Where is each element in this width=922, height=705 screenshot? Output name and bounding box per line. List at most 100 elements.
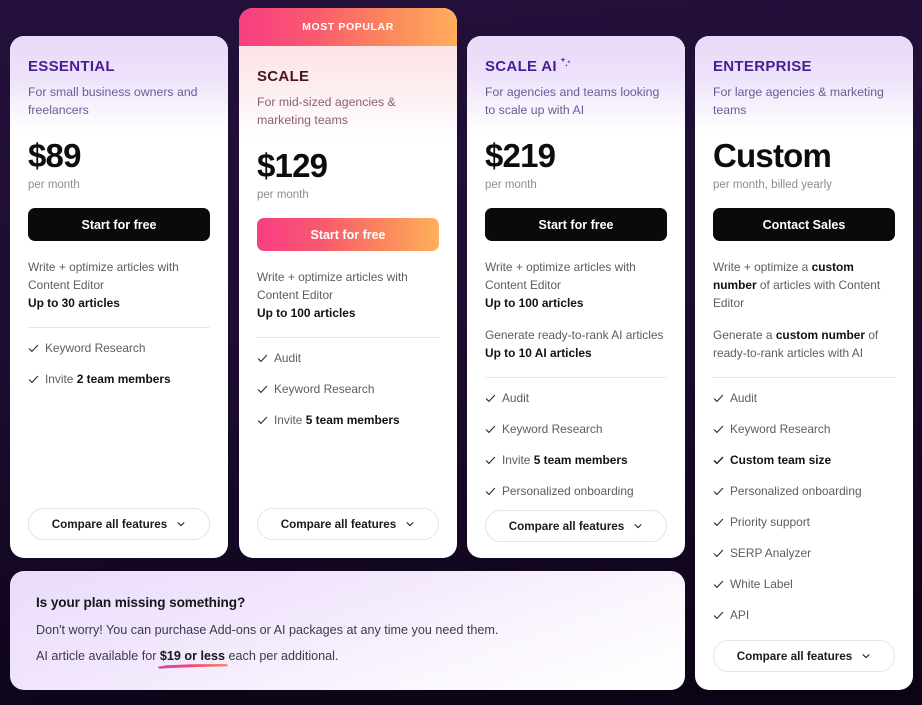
feature-list: Audit Keyword Research Custom team size …: [713, 382, 895, 630]
plan-name-label: ENTERPRISE: [713, 58, 812, 75]
plan-blurb-text: Generate ready-to-rank AI articles: [485, 328, 664, 342]
feature-label: SERP Analyzer: [730, 545, 812, 560]
check-icon: [257, 385, 268, 393]
plan-blurb-emphasis: Up to 30 articles: [28, 296, 120, 310]
feature-label: White Label: [730, 576, 793, 591]
plan-name-label: SCALE: [257, 68, 310, 85]
pricing-card-essential: ESSENTIAL For small business owners and …: [10, 36, 228, 558]
feature-label-bold: 5 team members: [305, 412, 400, 427]
plan-blurb-text: Write + optimize articles with Content E…: [485, 260, 636, 292]
pricing-card-scale-ai: SCALE AI For agencies and teams looking …: [467, 36, 685, 558]
feature-label: Audit: [274, 350, 302, 365]
promo-title: Is your plan missing something?: [36, 595, 246, 610]
plan-price-note: per month: [28, 179, 80, 191]
check-icon: [28, 375, 39, 383]
contact-sales-button[interactable]: Contact Sales: [713, 208, 895, 241]
feature-item: SERP Analyzer: [713, 537, 895, 568]
plan-price: Custom: [713, 137, 832, 174]
plan-blurb-prefix: Generate a: [713, 328, 776, 342]
plan-blurb: Write + optimize articles with Content E…: [28, 258, 210, 312]
feature-item: Keyword Research: [713, 413, 895, 444]
feature-label: Invite 2 team members: [45, 371, 171, 387]
check-icon: [713, 425, 724, 433]
plan-blurb-emphasis: Up to 10 AI articles: [485, 346, 592, 360]
feature-label: Invite 5 team members: [274, 412, 400, 428]
sparkle-icon: [560, 57, 571, 67]
chevron-down-icon: [177, 522, 185, 527]
feature-item: Personalized onboarding: [485, 475, 667, 506]
check-icon: [257, 354, 268, 362]
plan-blurb: Generate a custom number of ready-to-ran…: [713, 326, 895, 362]
plan-blurb-emphasis: Up to 100 articles: [257, 306, 356, 320]
compare-label: Compare all features: [280, 517, 397, 531]
check-icon: [485, 487, 496, 495]
pricing-card-enterprise: ENTERPRISE For large agencies & marketin…: [695, 36, 913, 690]
plan-blurb: Write + optimize a custom number of arti…: [713, 258, 895, 312]
feature-label: API: [730, 607, 750, 622]
feature-item: Invite 5 team members: [485, 444, 667, 475]
feature-list: Keyword Research Invite 2 team members: [28, 332, 210, 394]
plan-blurb-text: Write + optimize articles with Content E…: [28, 260, 179, 292]
feature-label: Personalized onboarding: [730, 483, 862, 498]
feature-list: Audit Keyword Research Invite 5 team mem…: [485, 382, 667, 506]
feature-item: Audit: [713, 382, 895, 413]
feature-label: Keyword Research: [45, 340, 146, 355]
plan-name-label: ESSENTIAL: [28, 58, 115, 75]
promo-price-highlight: $19 or less: [159, 649, 226, 663]
pricing-card-scale: MOST POPULAR SCALE For mid-sized agencie…: [239, 8, 457, 558]
plan-name-scale: SCALE: [257, 68, 439, 85]
feature-label: Invite 5 team members: [502, 452, 628, 468]
promo-line-2: AI article available for $19 or less eac…: [36, 648, 659, 665]
feature-item: Personalized onboarding: [713, 475, 895, 506]
feature-label: Audit: [730, 390, 758, 405]
start-for-free-button[interactable]: Start for free: [28, 208, 210, 241]
feature-label: Keyword Research: [730, 421, 831, 436]
compare-all-features-button[interactable]: Compare all features: [28, 508, 210, 540]
check-icon: [713, 394, 724, 402]
check-icon: [713, 611, 724, 619]
compare-label: Compare all features: [51, 517, 168, 531]
feature-label: Priority support: [730, 514, 810, 529]
feature-item: API: [713, 599, 895, 630]
plan-name-label: SCALE AI: [485, 58, 557, 75]
compare-label: Compare all features: [508, 519, 625, 533]
plan-description: For large agencies & marketing teams: [713, 85, 884, 117]
plan-description: For mid-sized agencies & marketing teams: [257, 95, 396, 127]
most-popular-badge: MOST POPULAR: [239, 8, 457, 46]
feature-item: White Label: [713, 568, 895, 599]
chevron-down-icon: [406, 522, 414, 527]
compare-label: Compare all features: [736, 649, 853, 663]
plan-price-note: per month: [257, 189, 309, 201]
chevron-down-icon: [634, 524, 642, 529]
plan-name-essential: ESSENTIAL: [28, 58, 210, 75]
check-icon: [713, 456, 724, 464]
start-for-free-button[interactable]: Start for free: [257, 218, 439, 251]
compare-all-features-button[interactable]: Compare all features: [485, 510, 667, 542]
start-for-free-button[interactable]: Start for free: [485, 208, 667, 241]
plan-description: For small business owners and freelancer…: [28, 85, 198, 117]
divider: [713, 377, 895, 378]
feature-item: Priority support: [713, 506, 895, 537]
feature-item: Audit: [485, 382, 667, 413]
feature-label: Personalized onboarding: [502, 483, 634, 498]
promo-line-2-suffix: each per additional.: [225, 649, 339, 663]
plan-blurb: Generate ready-to-rank AI articles Up to…: [485, 326, 667, 362]
promo-line-1: Don't worry! You can purchase Add-ons or…: [36, 623, 499, 637]
check-icon: [713, 580, 724, 588]
feature-item: Keyword Research: [28, 332, 210, 363]
plan-name-scale-ai: SCALE AI: [485, 57, 667, 75]
plan-blurb-prefix: Write + optimize a: [713, 260, 812, 274]
feature-item: Invite 2 team members: [28, 363, 210, 394]
feature-label: Custom team size: [730, 452, 832, 467]
check-icon: [28, 344, 39, 352]
plan-blurb: Write + optimize articles with Content E…: [485, 258, 667, 312]
compare-all-features-button[interactable]: Compare all features: [713, 640, 895, 672]
check-icon: [713, 487, 724, 495]
check-icon: [485, 394, 496, 402]
compare-all-features-button[interactable]: Compare all features: [257, 508, 439, 540]
check-icon: [485, 425, 496, 433]
plan-blurb-emphasis: Up to 100 articles: [485, 296, 584, 310]
